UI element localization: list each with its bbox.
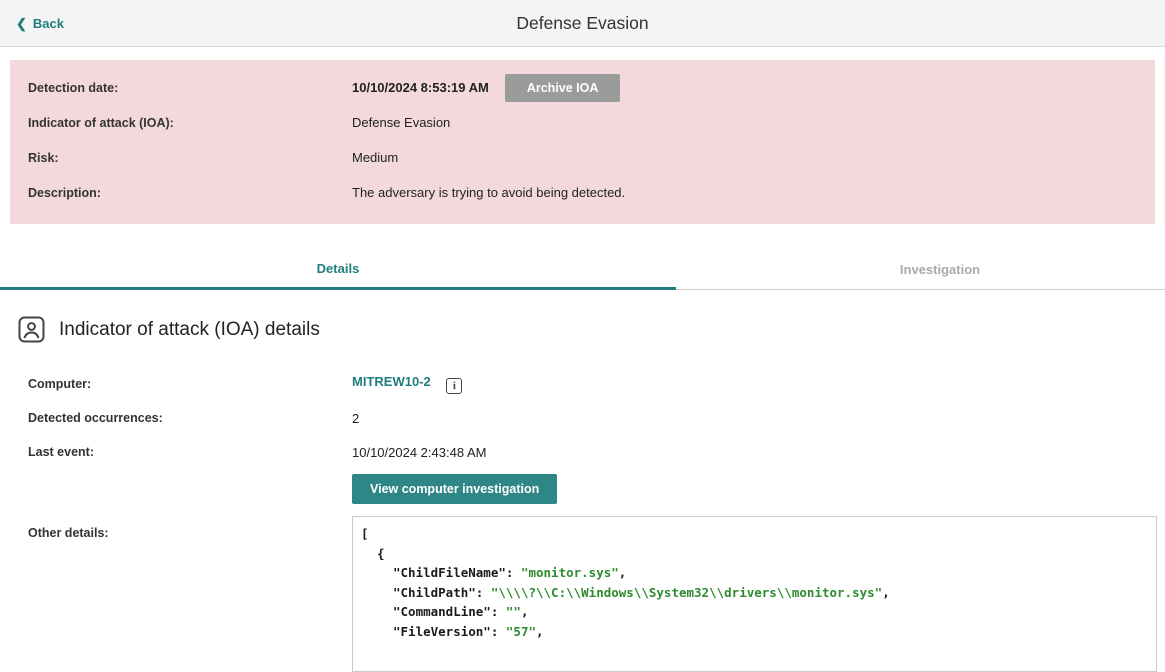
detection-date-label: Detection date:	[28, 81, 352, 95]
ioa-summary-panel: Detection date: 10/10/2024 8:53:19 AM Ar…	[10, 60, 1155, 224]
risk-label: Risk:	[28, 151, 352, 165]
section-header: Indicator of attack (IOA) details	[0, 316, 1165, 343]
archive-ioa-button[interactable]: Archive IOA	[505, 74, 621, 102]
last-event-row: Last event: 10/10/2024 2:43:48 AM	[0, 435, 1165, 469]
occurrences-row: Detected occurrences: 2	[0, 401, 1165, 435]
tab-investigation[interactable]: Investigation	[790, 246, 1090, 289]
top-bar: ❮ Back Defense Evasion	[0, 0, 1165, 47]
section-title: Indicator of attack (IOA) details	[59, 319, 320, 341]
ioa-type-row: Indicator of attack (IOA): Defense Evasi…	[28, 105, 1137, 140]
computer-row: Computer: MITREW10-2 i	[0, 367, 1165, 401]
risk-row: Risk: Medium	[28, 140, 1137, 175]
risk-value: Medium	[352, 150, 398, 165]
code-line: "ChildFileName": "monitor.sys",	[361, 563, 1146, 583]
ioa-details-icon	[18, 316, 45, 343]
ioa-type-value: Defense Evasion	[352, 115, 450, 130]
code-line: {	[361, 544, 1146, 564]
description-value: The adversary is trying to avoid being d…	[352, 185, 625, 200]
computer-link[interactable]: MITREW10-2	[352, 374, 431, 389]
other-details-label: Other details:	[28, 516, 352, 540]
code-line: "CommandLine": "",	[361, 602, 1146, 622]
code-line: "ChildPath": "\\\\?\\C:\\Windows\\System…	[361, 583, 1146, 603]
other-details-row: Other details: [ { "ChildFileName": "mon…	[0, 516, 1165, 672]
occurrences-value: 2	[352, 411, 359, 426]
back-label: Back	[33, 16, 64, 31]
details-panel: Indicator of attack (IOA) details Comput…	[0, 290, 1165, 672]
detection-date-value: 10/10/2024 8:53:19 AM	[352, 80, 489, 95]
back-chevron-icon: ❮	[16, 17, 27, 30]
page-title: Defense Evasion	[516, 13, 648, 34]
last-event-label: Last event:	[28, 445, 352, 459]
occurrences-label: Detected occurrences:	[28, 411, 352, 425]
code-line: [	[361, 524, 1146, 544]
ioa-type-label: Indicator of attack (IOA):	[28, 116, 352, 130]
other-details-json: [ { "ChildFileName": "monitor.sys", "Chi…	[352, 516, 1157, 672]
computer-label: Computer:	[28, 377, 352, 391]
last-event-value: 10/10/2024 2:43:48 AM	[352, 445, 486, 460]
back-button[interactable]: ❮ Back	[16, 0, 64, 46]
description-row: Description: The adversary is trying to …	[28, 175, 1137, 210]
investigation-button-row: View computer investigation	[0, 474, 1165, 504]
detection-date-row: Detection date: 10/10/2024 8:53:19 AM Ar…	[28, 70, 1137, 105]
view-computer-investigation-button[interactable]: View computer investigation	[352, 474, 557, 504]
tab-details[interactable]: Details	[0, 246, 676, 290]
info-icon[interactable]: i	[446, 378, 462, 394]
description-label: Description:	[28, 186, 352, 200]
tab-bar: Details Investigation	[0, 246, 1165, 290]
code-line: "FileVersion": "57",	[361, 622, 1146, 642]
